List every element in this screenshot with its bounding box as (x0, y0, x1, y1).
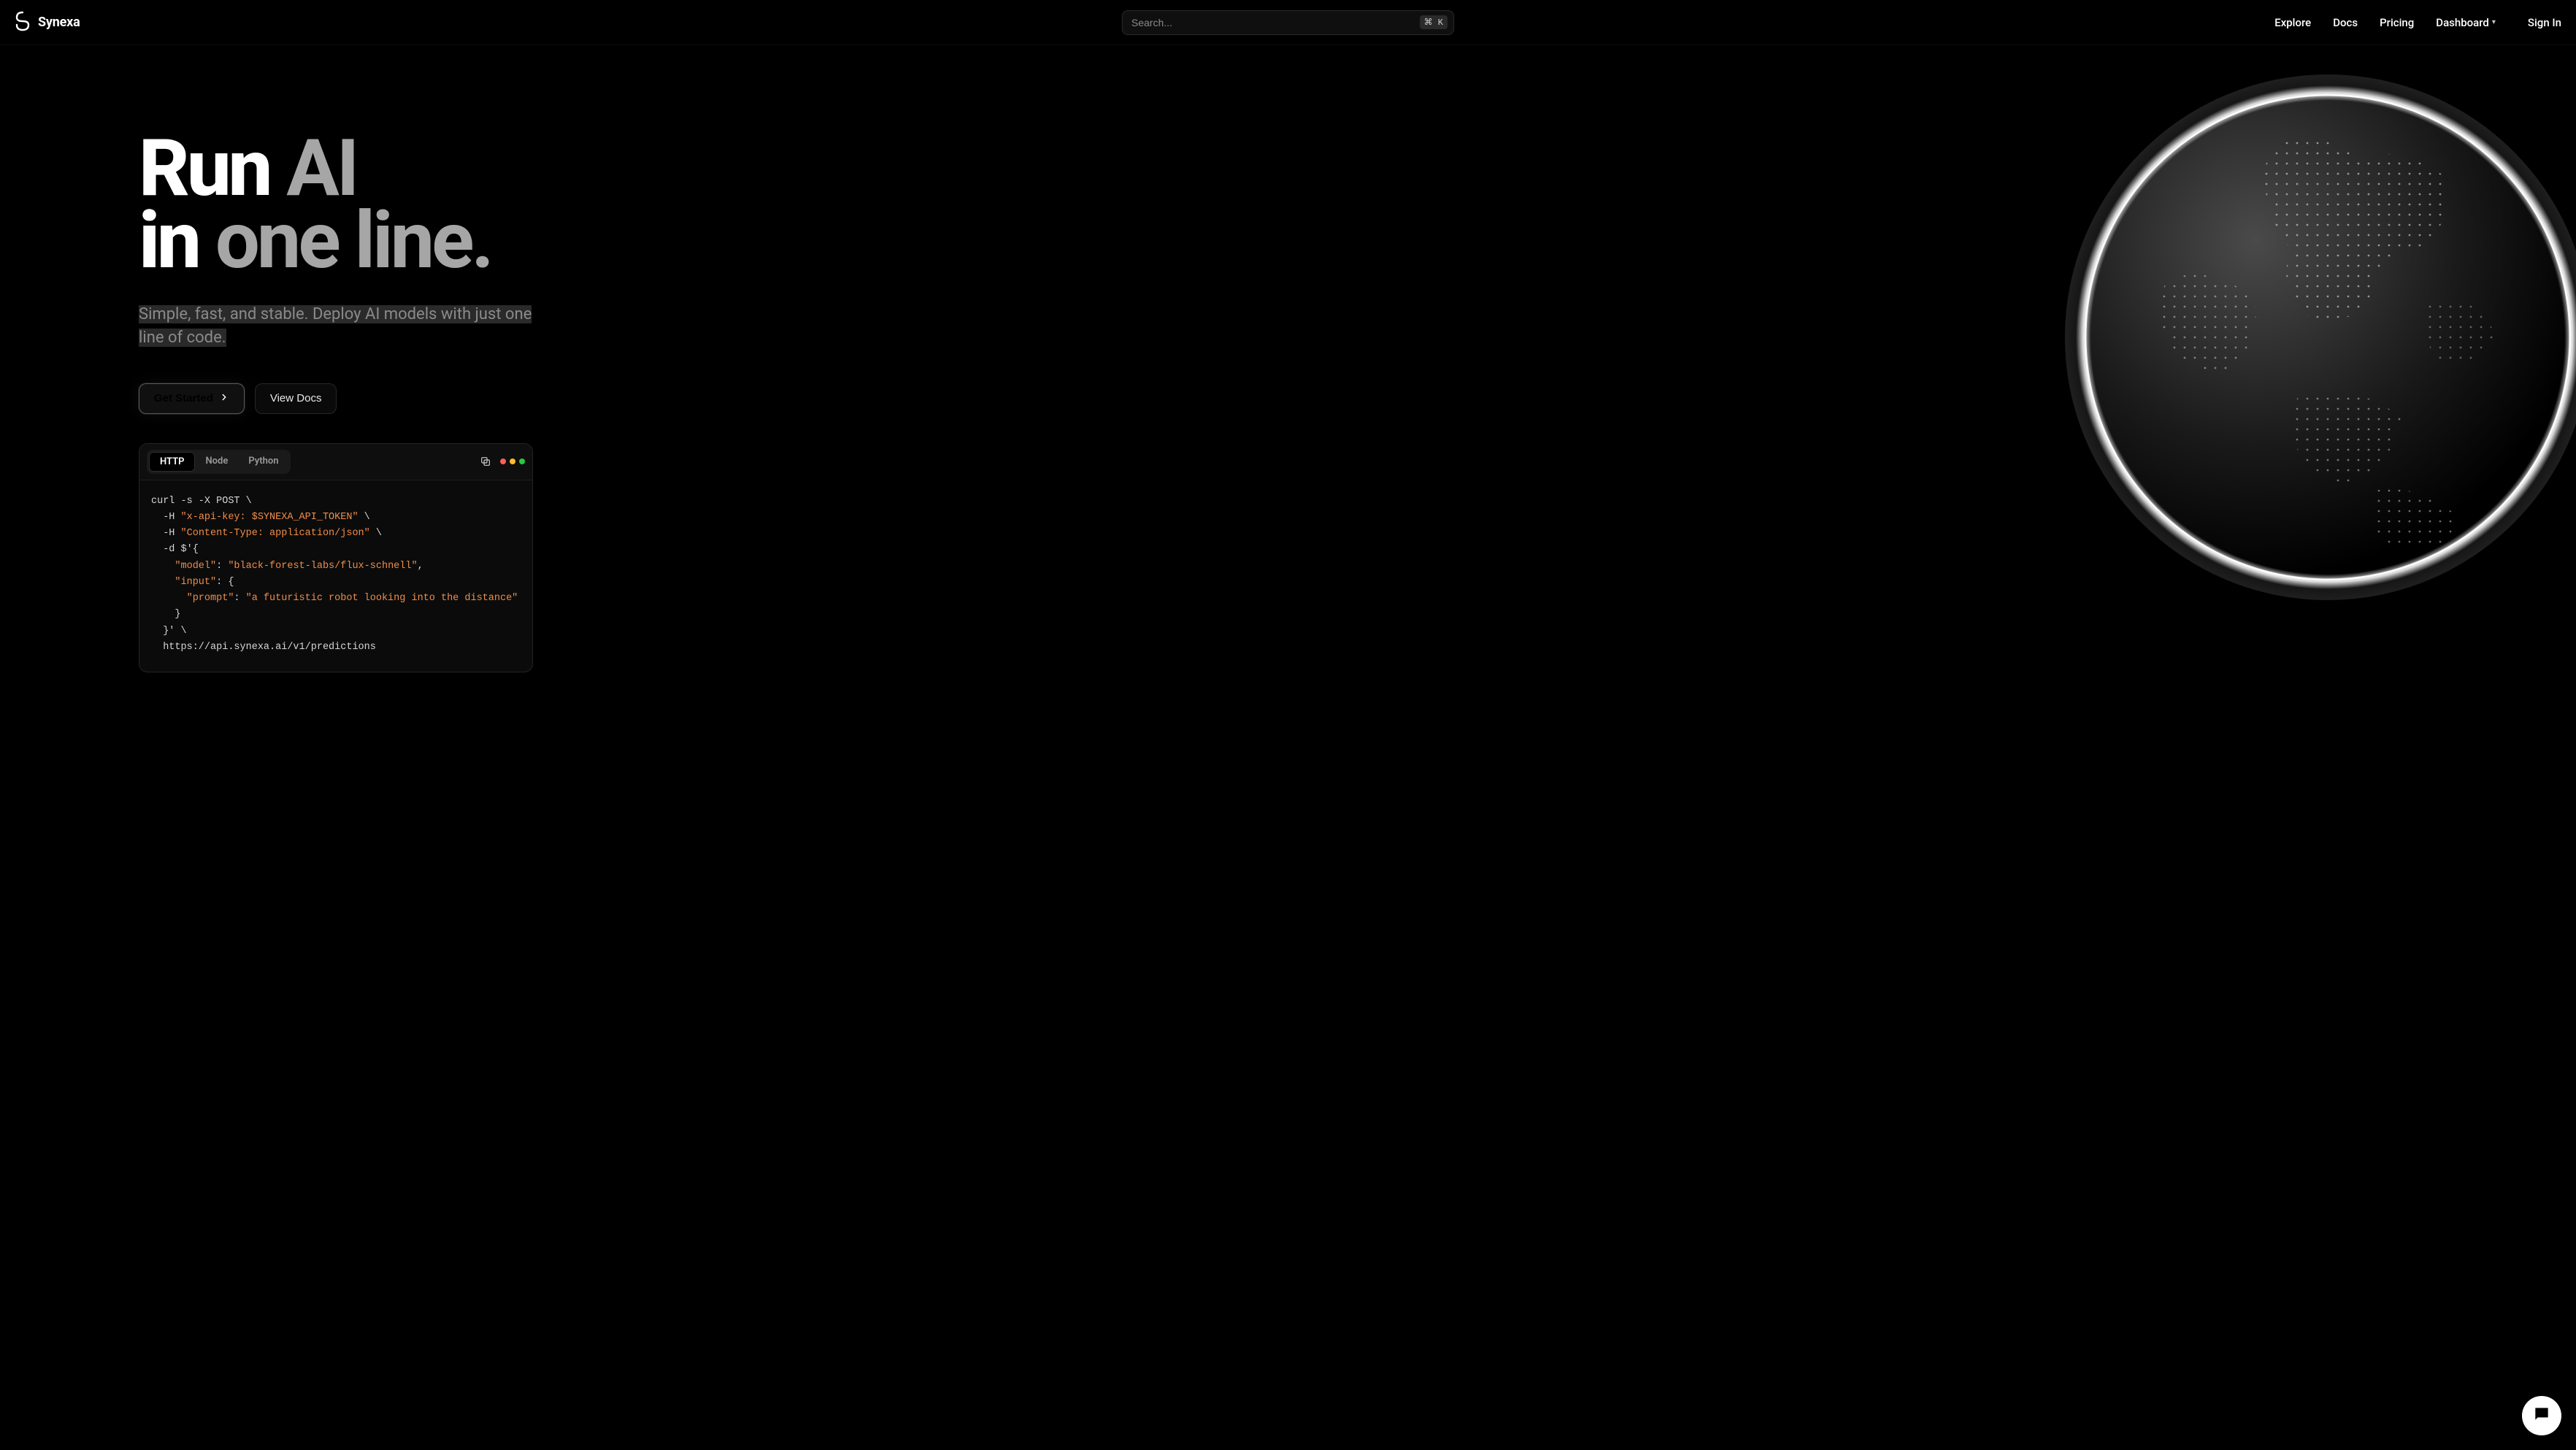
logo-icon (15, 11, 31, 34)
code-string: "Content-Type: application/json" (181, 528, 370, 539)
tab-http[interactable]: HTTP (149, 452, 195, 472)
nav-explore[interactable]: Explore (2274, 16, 2311, 29)
hero-subtitle-text: Simple, fast, and stable. Deploy AI mode… (139, 305, 532, 347)
search-input[interactable] (1132, 17, 1420, 28)
chevron-down-icon: ▾ (2492, 18, 2496, 26)
brand[interactable]: Synexa (15, 11, 80, 34)
code-key: "prompt" (187, 593, 234, 604)
code-tab-group: HTTP Node Python (147, 450, 291, 474)
get-started-label: Get Started (154, 392, 213, 404)
brand-name: Synexa (38, 15, 80, 30)
code-snippet-card: HTTP Node Python curl -s -X POST \ -H "x… (139, 443, 533, 673)
code-line (151, 561, 175, 572)
code-string: "a futuristic robot looking into the dis… (246, 593, 518, 604)
view-docs-button[interactable]: View Docs (255, 383, 337, 414)
code-key: "model" (175, 561, 216, 572)
dot-red-icon (500, 459, 506, 464)
code-line: -H (151, 512, 181, 523)
search-field[interactable]: ⌘ K (1122, 10, 1454, 35)
code-line: -H (151, 528, 181, 539)
code-line: : (216, 561, 228, 572)
code-line: : (234, 593, 245, 604)
top-nav: Explore Docs Pricing Dashboard ▾ Sign In (2274, 16, 2561, 29)
nav-pricing[interactable]: Pricing (2380, 16, 2414, 29)
code-actions (480, 456, 525, 467)
code-line: https://api.synexa.ai/v1/predictions (151, 642, 376, 653)
code-line: \ (370, 528, 382, 539)
nav-dashboard[interactable]: Dashboard ▾ (2436, 16, 2496, 29)
hero-subtitle: Simple, fast, and stable. Deploy AI mode… (139, 303, 533, 350)
cta-row: Get Started View Docs (139, 383, 2576, 414)
tab-python[interactable]: Python (238, 452, 288, 472)
hero-section: Run AI in one line. Simple, fast, and st… (0, 45, 2576, 702)
window-dots (500, 459, 525, 464)
nav-dashboard-label: Dashboard (2436, 16, 2489, 29)
headline-line2-muted: one line. (215, 195, 491, 287)
get-started-button[interactable]: Get Started (139, 383, 245, 414)
code-line: \ (359, 512, 370, 523)
copy-icon[interactable] (480, 456, 491, 467)
code-line: }' \ (151, 626, 187, 637)
search-shortcut: ⌘ K (1419, 15, 1447, 29)
code-key: "input" (175, 577, 216, 588)
dot-green-icon (519, 459, 525, 464)
chat-button[interactable] (2522, 1396, 2561, 1435)
nav-docs[interactable]: Docs (2333, 16, 2358, 29)
code-line: } (151, 609, 181, 620)
code-line (151, 577, 175, 588)
code-string: "black-forest-labs/flux-schnell" (228, 561, 417, 572)
site-header: Synexa ⌘ K Explore Docs Pricing Dashboar… (0, 0, 2576, 45)
code-body: curl -s -X POST \ -H "x-api-key: $SYNEXA… (139, 480, 532, 672)
code-line: -d $'{ (151, 544, 199, 555)
code-line (151, 593, 187, 604)
code-line: : { (216, 577, 234, 588)
code-string: "x-api-key: $SYNEXA_API_TOKEN" (181, 512, 359, 523)
chat-icon (2532, 1405, 2551, 1427)
headline-line2-strong: in (139, 195, 215, 287)
tab-node[interactable]: Node (195, 452, 238, 472)
dot-yellow-icon (510, 459, 515, 464)
nav-signin[interactable]: Sign In (2528, 16, 2561, 29)
code-tab-bar: HTTP Node Python (139, 444, 532, 480)
chevron-right-icon (219, 392, 229, 405)
code-line: , (418, 561, 423, 572)
view-docs-label: View Docs (270, 392, 322, 404)
code-line: curl -s -X POST \ (151, 496, 252, 507)
headline: Run AI in one line. (139, 133, 2576, 278)
